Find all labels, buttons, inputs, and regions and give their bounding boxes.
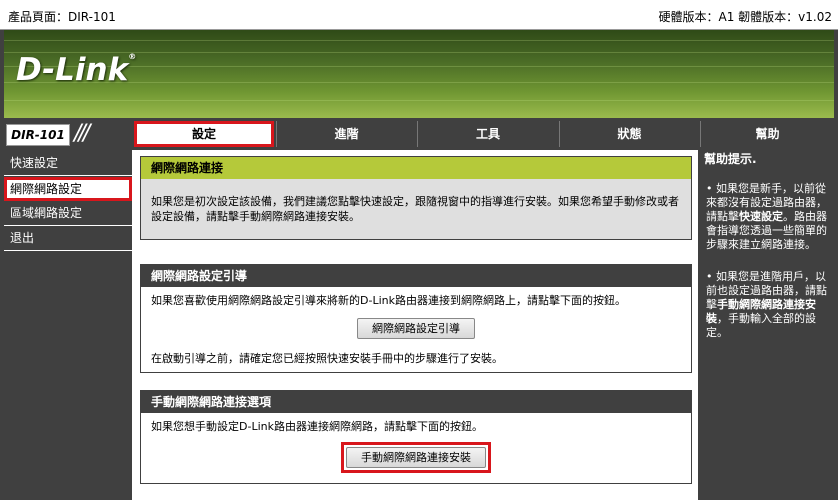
product-page-label: 產品頁面：DIR-101 [8,10,116,24]
sidebar-item-quick-setup[interactable]: 快速設定 [4,152,132,176]
sidebar-item-lan-setup[interactable]: 區域網路設定 [4,202,132,226]
internet-connection-section: 網際網路連接 如果您是初次設定該設備，我們建議您點擊快速設定，跟隨視窗中的指導進… [140,156,692,240]
section-title: 網際網路設定引導 [141,265,691,287]
main-nav: DIR-101 /// 設定 進階 工具 狀態 幫助 [4,119,834,149]
dlink-logo: D-Link® [16,52,137,88]
manual-setup-button[interactable]: 手動網際網路連接安裝 [346,447,486,468]
tab-advanced[interactable]: 進階 [276,121,416,147]
setup-wizard-button[interactable]: 網際網路設定引導 [357,318,475,339]
section-description: 如果您喜歡使用網際網路設定引導來將新的D-Link路由器連接到網際網路上，請點擊… [151,294,626,307]
sidebar-item-internet-setup[interactable]: 網際網路設定 [4,177,132,201]
tab-help[interactable]: 幫助 [700,121,834,147]
section-description: 如果您是初次設定該設備，我們建議您點擊快速設定，跟隨視窗中的指導進行安裝。如果您… [141,179,691,239]
version-info: 硬體版本：A1 韌體版本：v1.02 [658,10,832,24]
router-admin-page: 產品頁面：DIR-101 硬體版本：A1 韌體版本：v1.02 D-Link® … [0,0,838,500]
main-content: 網際網路連接 如果您是初次設定該設備，我們建議您點擊快速設定，跟隨視窗中的指導進… [132,150,698,500]
help-tip-advanced: • 如果您是進階用戶，以前也設定過路由器，請點擊手動網際網路連接安裝，手動輸入全… [706,270,827,339]
left-sidebar: 快速設定 網際網路設定 區域網路設定 退出 [4,152,132,500]
model-label: DIR-101 [6,124,70,146]
slash-decoration: /// [74,121,90,146]
brand-banner: D-Link® [4,30,834,118]
section-title: 手動網際網路連接選項 [141,391,691,413]
wizard-note: 在啟動引導之前，請確定您已經按照快速安裝手冊中的步驟進行了安裝。 [151,352,503,365]
section-description: 如果您想手動設定D-Link路由器連接網際網路，請點擊下面的按鈕。 [151,420,483,433]
top-info-bar: 產品頁面：DIR-101 硬體版本：A1 韌體版本：v1.02 [0,0,838,30]
tab-status[interactable]: 狀態 [559,121,699,147]
help-panel: 幫助提示. • 如果您是新手，以前從來都沒有設定過路由器，請點擊快速設定。路由器… [700,150,836,500]
tab-tools[interactable]: 工具 [417,121,558,147]
setup-wizard-section: 網際網路設定引導 如果您喜歡使用網際網路設定引導來將新的D-Link路由器連接到… [140,264,692,373]
help-tip-beginner: • 如果您是新手，以前從來都沒有設定過路由器，請點擊快速設定。路由器會指導您透過… [706,182,827,251]
sidebar-item-logout[interactable]: 退出 [4,227,132,251]
help-title: 幫助提示. [704,152,757,166]
manual-connection-section: 手動網際網路連接選項 如果您想手動設定D-Link路由器連接網際網路，請點擊下面… [140,390,692,484]
section-title: 網際網路連接 [141,157,691,179]
tab-setup[interactable]: 設定 [134,121,274,147]
